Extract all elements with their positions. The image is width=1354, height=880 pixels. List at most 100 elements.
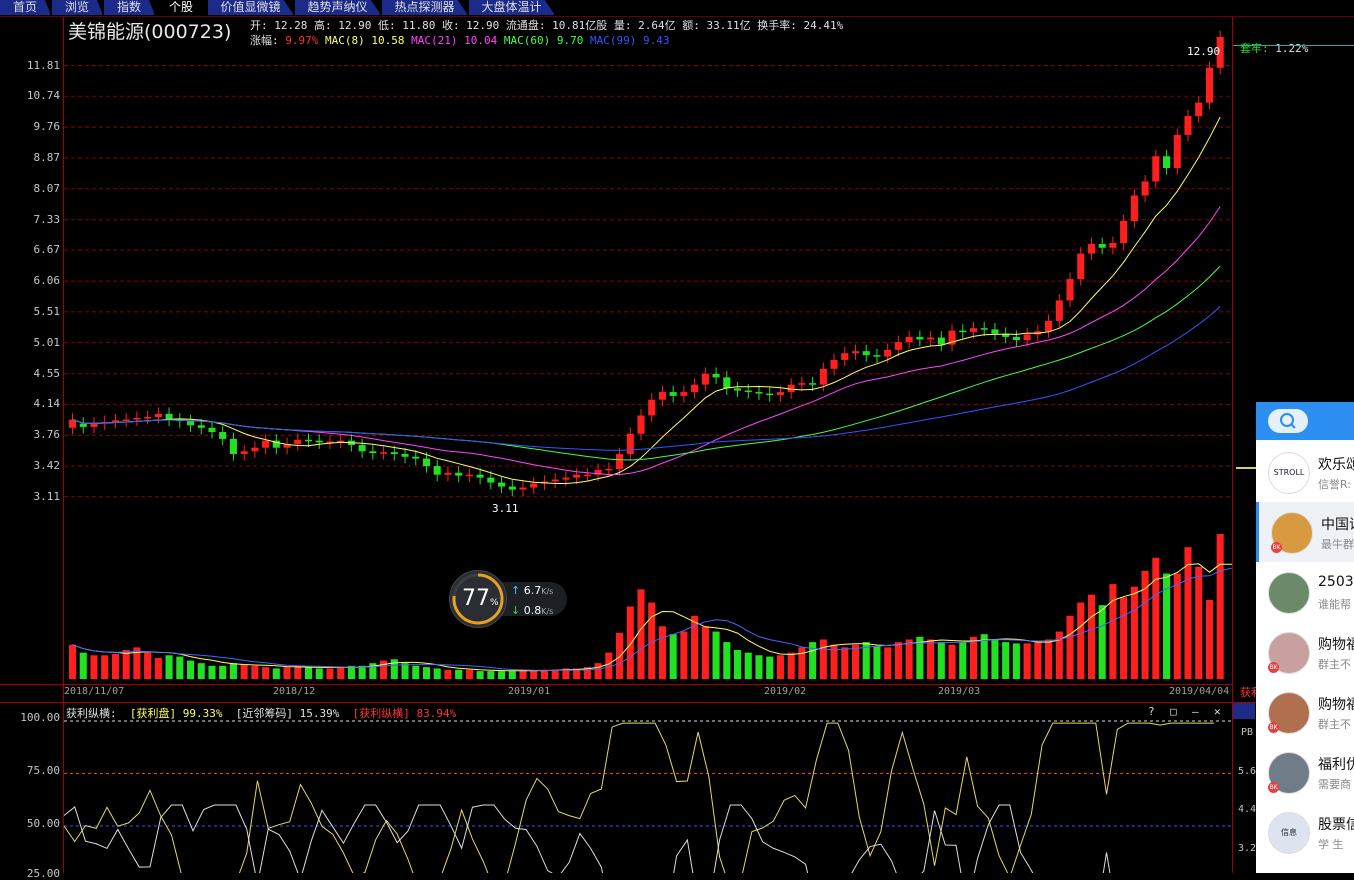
date-tick: 2018/11/07 (64, 686, 125, 697)
volume-bar (669, 634, 677, 679)
candle-body (1066, 279, 1074, 301)
download-arrow-icon: ↓ (511, 604, 521, 617)
price-tick: 8.07 (33, 181, 61, 195)
candle-body (154, 413, 162, 418)
candle-body (294, 439, 302, 445)
candle-body (1205, 67, 1213, 103)
candle-body (1098, 243, 1106, 248)
profit-cross-label: [获利纵横] (352, 707, 410, 720)
chat-item[interactable]: 25033 谁能帮 (1256, 562, 1354, 622)
right-strip-header (1233, 703, 1255, 719)
profit-plate-label: [获利盘] (129, 707, 177, 720)
candle-body (412, 456, 420, 459)
chat-search-input[interactable] (1268, 409, 1308, 433)
volume-bar (1098, 605, 1106, 679)
moving-average-line (72, 116, 1221, 484)
pb-tick: 4.4 (1238, 804, 1257, 815)
speed-percent: 77% (462, 586, 499, 611)
candlestick-chart[interactable] (64, 17, 1232, 684)
panel-close-button[interactable]: ✕ (1214, 705, 1221, 718)
panel-help-button[interactable]: ? (1148, 705, 1155, 718)
tab-6[interactable]: 热点探测器 (382, 0, 468, 15)
chat-name: 福利优 (1318, 757, 1354, 773)
avatar: 信息 (1268, 812, 1310, 854)
chat-preview: 谁能帮 (1318, 598, 1351, 611)
candle-body (390, 452, 398, 455)
tab-5[interactable]: 趋势声纳仪 (295, 0, 381, 15)
chat-name: 25033 (1318, 574, 1354, 590)
volume-bar (1045, 639, 1053, 679)
chat-item[interactable]: 购物福 群主不 BK (1256, 682, 1354, 742)
volume-bar (1034, 642, 1042, 679)
profit-cross-value: 83.94% (416, 707, 457, 720)
candle-body (766, 393, 774, 396)
chat-item[interactable]: 信息 股票信学 生 (1256, 802, 1354, 862)
tab-1[interactable]: 浏览 (52, 0, 103, 15)
volume-bar (1152, 557, 1160, 679)
profit-plate-value: 99.33% (182, 707, 223, 720)
chat-item[interactable]: STROLL 欢乐颂 信誉R: (1256, 442, 1354, 502)
candle-body (573, 474, 581, 478)
volume-bar (851, 644, 860, 679)
volume-bar (272, 668, 280, 679)
volume-bar (766, 656, 774, 679)
indicator-name: 获利纵横: (66, 707, 117, 720)
search-icon (1280, 413, 1296, 429)
candle-body (476, 474, 484, 478)
candle-body (304, 439, 313, 442)
candle-body (90, 423, 98, 427)
network-speed-widget[interactable]: 77% ↑ 6.7K/s ↓ 0.8K/s (449, 570, 567, 628)
date-axis-border (0, 684, 1233, 685)
candle-body (465, 474, 473, 477)
volume-bar (637, 589, 645, 679)
tab-2[interactable]: 指数 (104, 0, 155, 15)
candle-body (669, 392, 677, 396)
panel-minimize-button[interactable]: — (1192, 705, 1199, 718)
volume-bar (1023, 643, 1031, 679)
price-tick: 3.42 (33, 459, 61, 473)
tab-0[interactable]: 首页 (0, 0, 51, 15)
candle-body (562, 477, 570, 480)
candle-body (744, 390, 752, 393)
volume-bar (1087, 594, 1096, 679)
candle-body (208, 427, 216, 433)
candle-body (487, 477, 495, 483)
chat-item[interactable]: 福利优 需要商 BK (1256, 742, 1354, 802)
candle-body (787, 384, 795, 393)
volume-bar (1130, 586, 1138, 679)
volume-bar (165, 655, 173, 679)
volume-bar (401, 663, 409, 679)
panel-maximize-button[interactable]: □ (1170, 705, 1177, 718)
volume-bar (111, 653, 119, 679)
tab-3[interactable]: 个股 (156, 0, 207, 15)
date-tick: 2018/12 (273, 686, 316, 697)
candle-body (616, 454, 624, 469)
candle-body (691, 384, 699, 393)
volume-bar (240, 664, 248, 679)
candle-body (723, 377, 731, 389)
volume-bar (304, 667, 313, 679)
price-tick: 5.51 (33, 304, 61, 318)
candle-body (1184, 116, 1192, 135)
candle-body (980, 328, 988, 330)
volume-bar (251, 665, 259, 679)
chat-item[interactable]: 中国证最牛群 BK (1256, 502, 1354, 562)
price-tick: 3.76 (33, 428, 61, 442)
candle-body (626, 433, 634, 455)
candle-body (969, 328, 978, 332)
price-tick: 4.14 (33, 397, 61, 411)
tab-7[interactable]: 大盘体温计 (469, 0, 555, 15)
volume-bar (262, 667, 270, 679)
chat-preview: 最牛群 (1321, 538, 1354, 551)
chat-name: 中国证 (1321, 517, 1354, 533)
candle-body (1055, 300, 1063, 321)
chat-item[interactable]: 购物福 群主不 BK (1256, 622, 1354, 682)
avatar: STROLL (1268, 452, 1310, 494)
volume-bar (337, 667, 345, 679)
volume-bar (1195, 566, 1203, 679)
candle-body (197, 425, 205, 428)
profit-indicator-chart[interactable] (64, 720, 1232, 873)
tab-4[interactable]: 价值显微镜 (208, 0, 294, 15)
volume-bar (658, 626, 666, 679)
candle-body (262, 440, 270, 448)
